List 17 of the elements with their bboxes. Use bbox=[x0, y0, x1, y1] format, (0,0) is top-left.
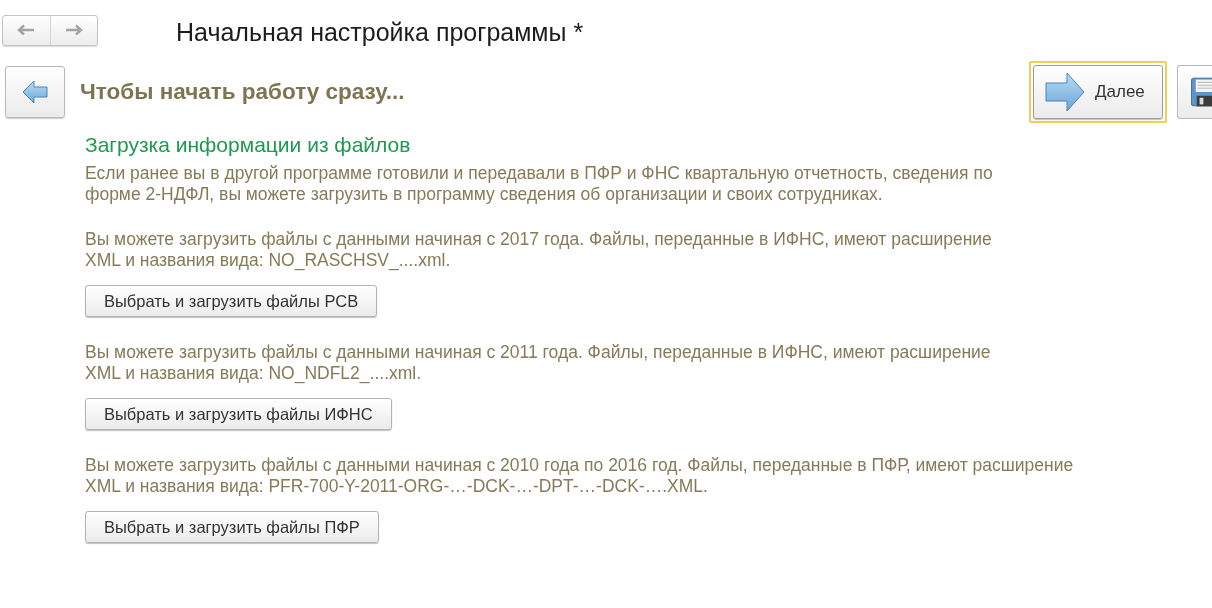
save-button[interactable] bbox=[1177, 65, 1212, 119]
window-title: Начальная настройка программы * bbox=[176, 17, 584, 47]
section-heading: Загрузка информации из файлов bbox=[85, 132, 411, 158]
back-button[interactable] bbox=[5, 66, 65, 118]
import-button[interactable]: Выбрать и загрузить файлы РСВ bbox=[85, 285, 378, 317]
right-arrow-icon bbox=[1045, 72, 1085, 112]
note-text: Вы можете загрузить файлы с данными начиная с 2017 года. Файлы, переданные в ИФНС, имеют расширение XML и названия вида: NO_RASCHSV_....xml. bbox=[85, 229, 992, 271]
import-button[interactable]: Выбрать и загрузить файлы ПФР bbox=[85, 511, 379, 543]
step-title: Чтобы начать работу сразу... bbox=[80, 78, 405, 107]
note-text: Вы можете загрузить файлы с данными начиная с 2010 года по 2016 год. Файлы, переданные в ПФР, имеют расширение XML и названия вида: PFR-700-Y-2011-ORG-…-DCK-…-DPT-…-DCK-….XML. bbox=[85, 455, 1074, 497]
intro-text: Если ранее вы в другой программе готовили и передавали в ПФР и ФНС квартальную отчетность, сведения по форме 2-НДФЛ, вы можете загрузить в программу сведения об организации и своих сотрудниках. bbox=[85, 163, 993, 205]
import-button[interactable]: Выбрать и загрузить файлы ИФНС bbox=[85, 398, 392, 430]
note-text: Вы можете загрузить файлы с данными начиная с 2011 года. Файлы, переданные в ИФНС, имеют расширение XML и названия вида: NO_NDFL2_....xml. bbox=[85, 342, 991, 384]
next-button[interactable]: Далее bbox=[1029, 61, 1167, 123]
left-arrow-icon bbox=[17, 24, 36, 36]
right-arrow-icon bbox=[64, 24, 83, 36]
left-arrow-icon bbox=[22, 80, 48, 104]
